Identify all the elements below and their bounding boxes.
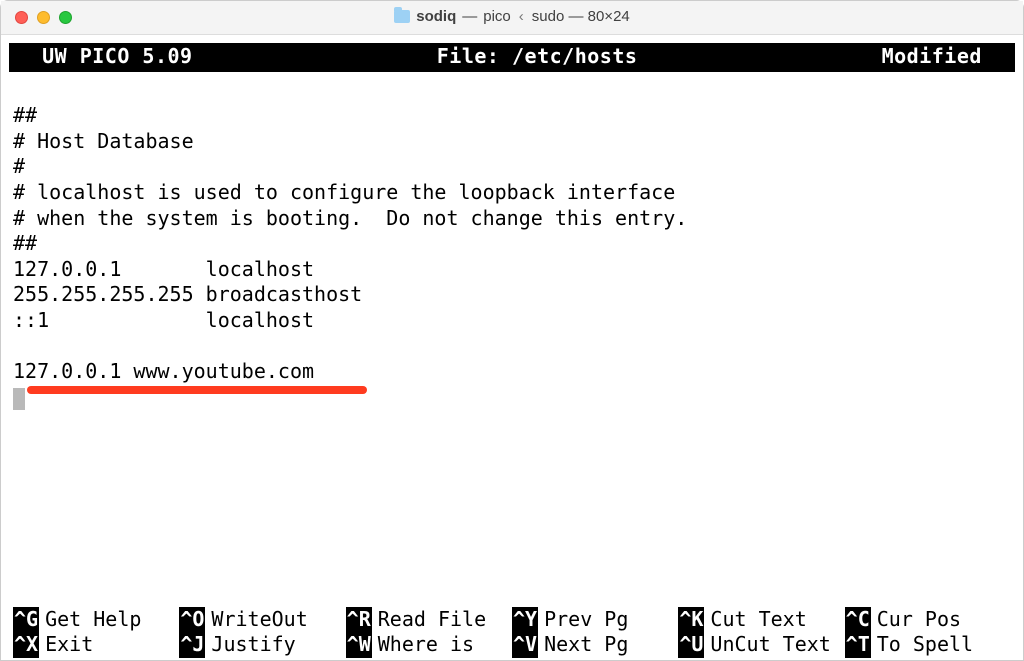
shortcut-read-file[interactable]: ^RRead File [346, 607, 512, 633]
close-icon[interactable] [15, 11, 28, 24]
window-titlebar: sodiq — pico ‹ sudo — 80×24 [1, 1, 1023, 35]
shortcut-bar: ^GGet Help ^OWriteOut ^RRead File ^YPrev… [9, 607, 1015, 660]
shortcut-where-is[interactable]: ^WWhere is [346, 632, 512, 658]
shortcut-row-1: ^GGet Help ^OWriteOut ^RRead File ^YPrev… [13, 607, 1011, 633]
window-title: sodiq — pico ‹ sudo — 80×24 [1, 8, 1023, 27]
file-line: # [13, 154, 25, 178]
shortcut-exit[interactable]: ^XExit [13, 632, 179, 658]
file-line: ## [13, 231, 37, 255]
editor-file: File: /etc/hosts [437, 44, 638, 70]
zoom-icon[interactable] [59, 11, 72, 24]
terminal[interactable]: UW PICO 5.09 File: /etc/hosts Modified #… [9, 43, 1015, 660]
traffic-lights [15, 11, 72, 24]
editor-header: UW PICO 5.09 File: /etc/hosts Modified [9, 43, 1015, 72]
shortcut-row-2: ^XExit ^JJustify ^WWhere is ^VNext Pg ^U… [13, 632, 1011, 658]
shortcut-uncut-text[interactable]: ^UUnCut Text [678, 632, 844, 658]
shortcut-prev-pg[interactable]: ^YPrev Pg [512, 607, 678, 633]
shortcut-cut-text[interactable]: ^KCut Text [678, 607, 844, 633]
file-line: # localhost is used to configure the loo… [13, 180, 675, 204]
minimize-icon[interactable] [37, 11, 50, 24]
annotation-underline [27, 386, 367, 394]
file-line: 127.0.0.1 localhost [13, 257, 314, 281]
title-segment-user: sodiq [416, 8, 456, 25]
shortcut-to-spell[interactable]: ^TTo Spell [845, 632, 1011, 658]
editor-name: UW PICO 5.09 [17, 44, 193, 70]
file-line: 127.0.0.1 www.youtube.com [13, 359, 314, 383]
file-line: ::1 localhost [13, 308, 314, 332]
shortcut-next-pg[interactable]: ^VNext Pg [512, 632, 678, 658]
cursor [13, 388, 25, 410]
title-segment-app: pico [483, 8, 511, 25]
shortcut-get-help[interactable]: ^GGet Help [13, 607, 179, 633]
editor-content[interactable]: ## # Host Database # # localhost is used… [9, 72, 1015, 607]
title-separator: ‹ [519, 8, 524, 25]
shortcut-justify[interactable]: ^JJustify [179, 632, 345, 658]
file-line: ## [13, 103, 37, 127]
title-segment-size: sudo — 80×24 [532, 8, 630, 25]
file-line: # Host Database [13, 129, 194, 153]
shortcut-cur-pos[interactable]: ^CCur Pos [845, 607, 1011, 633]
file-line: 255.255.255.255 broadcasthost [13, 282, 362, 306]
folder-icon [394, 10, 410, 23]
file-line: # when the system is booting. Do not cha… [13, 206, 687, 230]
title-dash: — [462, 8, 477, 25]
shortcut-writeout[interactable]: ^OWriteOut [179, 607, 345, 633]
editor-status: Modified [882, 44, 1007, 70]
